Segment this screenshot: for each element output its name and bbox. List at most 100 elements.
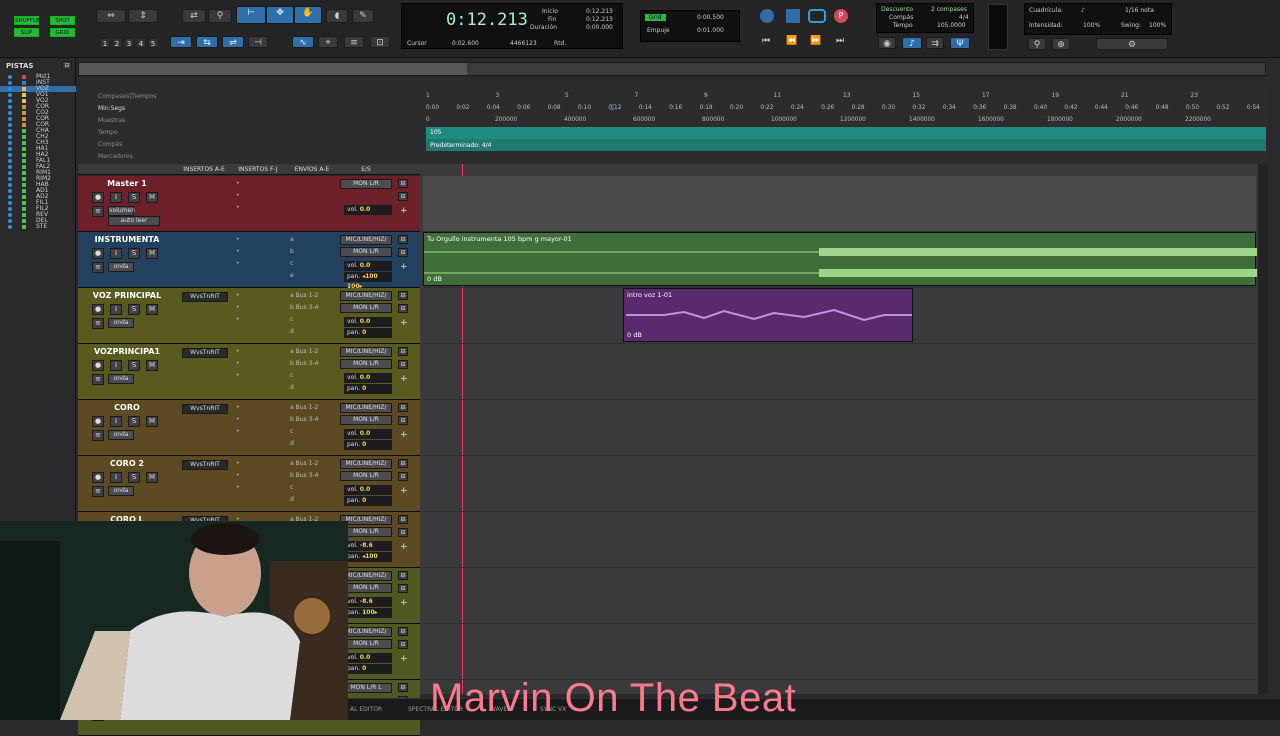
track-visible-icon[interactable] xyxy=(8,171,12,175)
mode-spot[interactable]: SPOT xyxy=(50,16,75,25)
io-view-icon[interactable]: ⊟ xyxy=(398,515,408,524)
track-visible-icon[interactable] xyxy=(8,159,12,163)
output-selector[interactable]: MON L/R xyxy=(340,247,392,257)
track-options-icon[interactable]: ⊟ xyxy=(398,416,408,425)
record-arm-icon[interactable]: ● xyxy=(92,416,104,427)
insert-slot-empty[interactable]: • xyxy=(236,416,240,423)
output-selector[interactable]: MON L/R xyxy=(340,415,392,425)
track-name[interactable]: CORO 2 xyxy=(88,458,166,469)
track-visible-icon[interactable] xyxy=(8,87,12,91)
insert-slot-empty[interactable]: • xyxy=(236,360,240,367)
zoom-in-icon[interactable]: ⊕ xyxy=(1052,38,1070,50)
pan-field[interactable]: pan. 0 xyxy=(344,328,392,338)
track-options-icon[interactable]: ⊟ xyxy=(398,248,408,257)
end-value[interactable]: 0:12.213 xyxy=(586,16,613,23)
insert-slot-empty[interactable]: • xyxy=(236,260,240,267)
header-inserts-ae[interactable]: INSERTOS A-E xyxy=(178,164,230,175)
volume-field[interactable]: vol. -8.6 xyxy=(344,597,392,607)
zoom-preset-1[interactable]: 1 xyxy=(100,38,110,48)
playlist-icon[interactable]: ≡ xyxy=(92,430,104,441)
track-name[interactable]: CORO xyxy=(88,402,166,413)
track-name[interactable]: INSTRUMENTA xyxy=(88,234,166,245)
pan-value[interactable]: 0 xyxy=(362,385,366,392)
track-options-icon[interactable]: ⊟ xyxy=(398,528,408,537)
solo-button[interactable]: S xyxy=(128,248,140,259)
pan-field[interactable]: pan. ◂100 xyxy=(344,552,392,562)
mute-button[interactable]: M xyxy=(146,472,158,483)
pan-field[interactable]: pan. 100▸ xyxy=(344,608,392,618)
playhead-marker-icon[interactable]: ⌶ xyxy=(610,103,615,113)
track-list-menu-icon[interactable]: ⊟ xyxy=(62,61,72,70)
stop-icon[interactable] xyxy=(786,9,800,23)
tab-to-transient-icon[interactable]: ⇥ xyxy=(170,36,192,48)
input-selector[interactable]: MIC/LINE/HIZ/ xyxy=(340,347,392,357)
track-visible-icon[interactable] xyxy=(8,81,12,85)
send-slot[interactable]: d xyxy=(290,384,294,391)
send-slot[interactable]: b Bus 3-4 xyxy=(290,304,318,311)
volume-field[interactable]: vol. 0.0 xyxy=(344,205,392,215)
send-slot[interactable]: a Bus 1-2 xyxy=(290,292,318,299)
track-options-icon[interactable]: ⊟ xyxy=(398,640,408,649)
main-counter-value[interactable]: 0:12.213 xyxy=(446,10,528,30)
track-visible-icon[interactable] xyxy=(8,135,12,139)
volume-value[interactable]: 0.0 xyxy=(360,430,371,437)
swing-value[interactable]: 100% xyxy=(1149,22,1166,29)
pan-field[interactable]: pan. 0 xyxy=(344,496,392,506)
insert-slot-empty[interactable]: • xyxy=(236,180,240,187)
pan-value[interactable]: 0 xyxy=(362,497,366,504)
track-visible-icon[interactable] xyxy=(8,189,12,193)
commands-focus-icon[interactable]: ⊡ xyxy=(370,36,390,48)
track-visible-icon[interactable] xyxy=(8,207,12,211)
track-view-selector[interactable]: volumen xyxy=(108,206,135,216)
insert-slot-plugin[interactable]: WvsTnRIT xyxy=(182,292,228,302)
insert-slot-plugin[interactable]: WvsTnRIT xyxy=(182,460,228,470)
zoom-preset-3[interactable]: 3 xyxy=(124,38,134,48)
track-options-icon[interactable]: ⊟ xyxy=(398,584,408,593)
ruler-label-bars[interactable]: Compases|Tiempos xyxy=(98,93,156,100)
track-visible-icon[interactable] xyxy=(8,153,12,157)
track-view-selector[interactable]: onda xyxy=(108,262,134,272)
insert-slot-empty[interactable]: • xyxy=(236,404,240,411)
add-lane-icon[interactable]: + xyxy=(400,542,408,552)
mirror-midi-icon[interactable]: ⇆ xyxy=(196,36,218,48)
send-slot[interactable]: b xyxy=(290,248,294,255)
track-options-icon[interactable]: ⊟ xyxy=(398,304,408,313)
solo-button[interactable]: S xyxy=(128,472,140,483)
pan-value[interactable]: 0 xyxy=(362,329,366,336)
io-view-icon[interactable]: ⊟ xyxy=(398,179,408,188)
send-slot[interactable]: b Bus 3-4 xyxy=(290,360,318,367)
volume-field[interactable]: vol. 0.0 xyxy=(344,317,392,327)
input-monitor-button[interactable]: I xyxy=(110,472,122,483)
insert-slot-empty[interactable]: • xyxy=(236,460,240,467)
add-lane-icon[interactable]: + xyxy=(400,374,408,384)
send-slot[interactable]: e xyxy=(290,272,294,279)
send-slot[interactable]: c xyxy=(290,372,293,379)
track-visible-icon[interactable] xyxy=(8,195,12,199)
input-selector[interactable]: MIC/LINE/HIZ/ xyxy=(340,459,392,469)
solo-button[interactable]: S xyxy=(128,416,140,427)
record-arm-icon[interactable]: ● xyxy=(92,192,104,203)
send-slot[interactable]: a xyxy=(290,236,294,243)
insert-slot-empty[interactable]: • xyxy=(236,292,240,299)
add-lane-icon[interactable]: + xyxy=(400,318,408,328)
zoom-toggle-icon[interactable]: ⇄ xyxy=(182,9,206,23)
trim-tool-icon[interactable]: ⊢ xyxy=(236,6,266,24)
add-lane-icon[interactable]: + xyxy=(400,206,408,216)
mute-button[interactable]: M xyxy=(146,248,158,259)
send-slot[interactable]: d xyxy=(290,440,294,447)
pan-value[interactable]: 0 xyxy=(362,441,366,448)
track-header[interactable]: CORO ● I S M ≡ onda WvsTnRIT • • • a Bus 1-2 b Bus 3… xyxy=(78,400,420,456)
strength-value[interactable]: 100% xyxy=(1083,22,1100,29)
track-visible-icon[interactable] xyxy=(8,117,12,121)
zoom-preset-2[interactable]: 2 xyxy=(112,38,122,48)
add-lane-icon[interactable]: + xyxy=(400,598,408,608)
link-timeline-icon[interactable]: ⇌ xyxy=(222,36,244,48)
clip-voz-gain[interactable]: 0 dB xyxy=(627,331,642,339)
send-slot[interactable]: a Bus 1-2 xyxy=(290,460,318,467)
volume-field[interactable]: vol. -8.6 xyxy=(344,541,392,551)
grid-label[interactable]: Grid xyxy=(645,14,666,21)
mute-button[interactable]: M xyxy=(146,304,158,315)
playlist-icon[interactable]: ≡ xyxy=(92,206,104,217)
volume-value[interactable]: 0.0 xyxy=(360,486,371,493)
insert-slot-empty[interactable]: • xyxy=(236,304,240,311)
